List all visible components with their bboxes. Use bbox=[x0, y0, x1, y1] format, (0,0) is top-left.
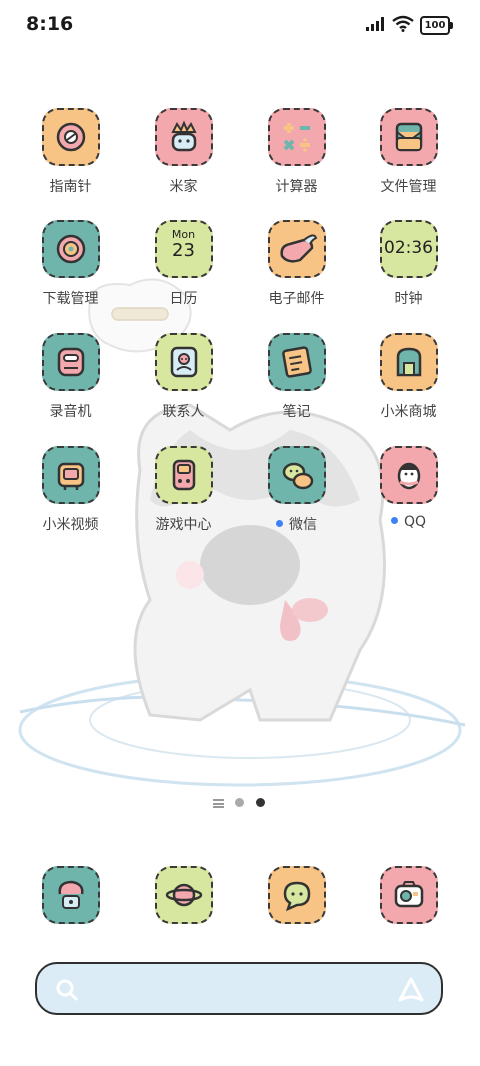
app-recorder[interactable]: 录音机 bbox=[14, 325, 127, 421]
dock-phone[interactable] bbox=[14, 858, 127, 924]
notification-dot bbox=[276, 520, 283, 527]
app-game-center[interactable]: 游戏中心 bbox=[127, 438, 240, 534]
wifi-icon bbox=[392, 15, 414, 32]
mi-video-icon bbox=[41, 446, 100, 504]
contacts-icon bbox=[154, 333, 213, 391]
messages-icon bbox=[267, 866, 326, 924]
app-qq[interactable]: QQ bbox=[352, 438, 465, 530]
compass-icon bbox=[41, 108, 100, 166]
app-file-manager[interactable]: 文件管理 bbox=[352, 100, 465, 196]
app-label: 游戏中心 bbox=[155, 517, 212, 533]
app-label: 米家 bbox=[169, 179, 198, 195]
camera-icon bbox=[379, 866, 438, 924]
app-label: 联系人 bbox=[162, 404, 205, 420]
app-clock[interactable]: 02:36 时钟 bbox=[352, 212, 465, 308]
calculator-icon bbox=[267, 108, 326, 166]
app-label: 日历 bbox=[169, 291, 198, 307]
app-mi-video[interactable]: 小米视频 bbox=[14, 438, 127, 534]
page-indicator[interactable] bbox=[0, 796, 480, 810]
app-email[interactable]: 电子邮件 bbox=[240, 212, 353, 308]
dock-messages[interactable] bbox=[240, 858, 353, 924]
app-calculator[interactable]: 计算器 bbox=[240, 100, 353, 196]
app-label: 笔记 bbox=[282, 404, 311, 420]
app-label-text: QQ bbox=[403, 514, 427, 530]
notification-dot bbox=[390, 517, 398, 524]
game-center-icon bbox=[154, 446, 213, 504]
app-download-manager[interactable]: 下载管理 bbox=[14, 212, 127, 308]
app-label: 时钟 bbox=[394, 291, 423, 307]
app-label: 计算器 bbox=[275, 179, 318, 195]
mihome-icon bbox=[154, 108, 213, 166]
app-label: 微信 bbox=[240, 514, 353, 534]
recorder-icon bbox=[41, 333, 100, 391]
file-manager-icon bbox=[379, 108, 438, 166]
qq-icon bbox=[379, 446, 438, 504]
app-label: QQ bbox=[352, 514, 465, 530]
page-list-icon bbox=[213, 799, 224, 808]
app-label: 小米商城 bbox=[380, 404, 437, 420]
app-calendar[interactable]: Mon 23 日历 bbox=[127, 212, 240, 308]
dock-browser[interactable] bbox=[127, 858, 240, 924]
app-label: 文件管理 bbox=[380, 179, 437, 195]
dock-camera[interactable] bbox=[352, 858, 465, 924]
signal-icon bbox=[366, 17, 384, 31]
app-compass[interactable]: 指南针 bbox=[14, 100, 127, 196]
calendar-icon: Mon 23 bbox=[154, 220, 213, 278]
phone-icon bbox=[41, 866, 100, 924]
calendar-month: Mon bbox=[171, 228, 196, 241]
search-bar[interactable] bbox=[35, 962, 443, 1015]
search-icon[interactable] bbox=[55, 978, 79, 1002]
app-label-text: 微信 bbox=[289, 517, 317, 533]
app-label: 录音机 bbox=[49, 404, 92, 420]
dock bbox=[0, 858, 480, 938]
app-wechat[interactable]: 微信 bbox=[240, 438, 353, 534]
app-contacts[interactable]: 联系人 bbox=[127, 325, 240, 421]
download-icon bbox=[41, 220, 100, 278]
browser-icon bbox=[154, 866, 213, 924]
wechat-icon bbox=[267, 446, 326, 504]
app-label: 指南针 bbox=[49, 179, 92, 195]
clock-icon: 02:36 bbox=[379, 220, 438, 278]
calendar-day: 23 bbox=[172, 240, 195, 261]
page-dot-2 bbox=[256, 798, 265, 807]
notes-icon bbox=[267, 333, 326, 391]
status-bar: 8:16 100 bbox=[0, 0, 480, 50]
page-dot-1 bbox=[235, 798, 244, 807]
email-icon bbox=[267, 220, 326, 278]
mi-store-icon bbox=[379, 333, 438, 391]
battery-indicator: 100 bbox=[420, 16, 453, 35]
app-label: 小米视频 bbox=[42, 517, 99, 533]
app-notes[interactable]: 笔记 bbox=[240, 325, 353, 421]
status-time: 8:16 bbox=[26, 13, 74, 35]
app-mihome[interactable]: 米家 bbox=[127, 100, 240, 196]
app-mi-store[interactable]: 小米商城 bbox=[352, 325, 465, 421]
assistant-icon[interactable] bbox=[397, 976, 425, 1004]
clock-text: 02:36 bbox=[384, 238, 433, 258]
app-label: 电子邮件 bbox=[268, 291, 325, 307]
app-label: 下载管理 bbox=[42, 291, 99, 307]
